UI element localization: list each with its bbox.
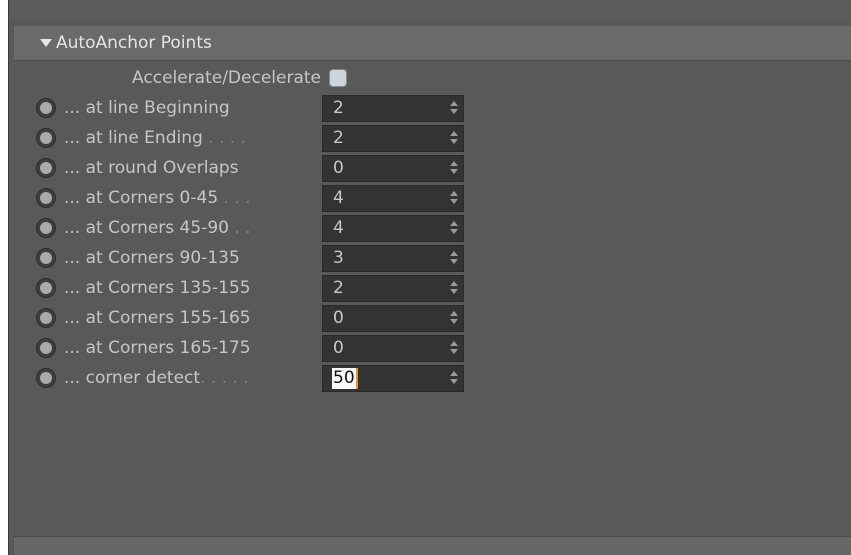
value-field[interactable]: 4 (322, 215, 464, 242)
value-text: 2 (333, 128, 344, 148)
attribute-panel: AutoAnchor Points Accelerate/Decelerate … (8, 0, 851, 555)
value-text: 0 (333, 338, 344, 358)
animate-radio-icon[interactable] (36, 128, 56, 148)
param-row: ... at Corners 135-155 2 (14, 273, 851, 303)
radio-dot (40, 252, 52, 264)
param-label: ... at line Beginning (64, 98, 230, 118)
radio-dot (40, 342, 52, 354)
animate-radio-icon[interactable] (36, 308, 56, 328)
radio-dot (40, 162, 52, 174)
param-label: ... at Corners 90-135 (64, 248, 240, 268)
param-row: ... at Corners 155-165 0 (14, 303, 851, 333)
value-field[interactable]: 50 (322, 365, 464, 392)
spinner-arrows-icon[interactable] (450, 101, 458, 115)
spinner-arrows-icon[interactable] (450, 221, 458, 235)
param-row: ... corner detect. . . . . 50 (14, 363, 851, 393)
param-row: ... at round Overlaps 0 (14, 153, 851, 183)
param-row: ... at Corners 0-45 . . . 4 (14, 183, 851, 213)
param-row: ... at Corners 165-175 0 (14, 333, 851, 363)
param-label: ... at Corners 135-155 (64, 278, 251, 298)
radio-dot (40, 222, 52, 234)
param-label: ... at Corners 0-45 . . . (64, 188, 251, 208)
accelerate-checkbox[interactable] (329, 69, 347, 87)
spinner-arrows-icon[interactable] (450, 341, 458, 355)
param-label: ... at line Ending . . . . (64, 128, 247, 148)
param-row: ... at line Beginning 2 (14, 93, 851, 123)
radio-dot (40, 282, 52, 294)
value-field[interactable]: 0 (322, 335, 464, 362)
radio-dot (40, 312, 52, 324)
value-text: 4 (333, 218, 344, 238)
value-field[interactable]: 2 (322, 95, 464, 122)
param-label: ... at Corners 45-90 . . (64, 218, 251, 238)
value-field[interactable]: 2 (322, 125, 464, 152)
radio-dot (40, 192, 52, 204)
value-field[interactable]: 4 (322, 185, 464, 212)
accelerate-row: Accelerate/Decelerate (14, 63, 347, 93)
value-field[interactable]: 3 (322, 245, 464, 272)
animate-radio-icon[interactable] (36, 368, 56, 388)
radio-dot (40, 372, 52, 384)
animate-radio-icon[interactable] (36, 278, 56, 298)
section-title: AutoAnchor Points (56, 33, 212, 53)
animate-radio-icon[interactable] (36, 158, 56, 178)
value-text: 4 (333, 188, 344, 208)
radio-dot (40, 132, 52, 144)
param-label: ... at round Overlaps (64, 158, 239, 178)
value-field[interactable]: 2 (322, 275, 464, 302)
value-field[interactable]: 0 (322, 155, 464, 182)
param-label: ... at Corners 165-175 (64, 338, 251, 358)
section-header[interactable]: AutoAnchor Points (14, 26, 851, 61)
spinner-arrows-icon[interactable] (450, 371, 458, 385)
spinner-arrows-icon[interactable] (450, 251, 458, 265)
animate-radio-icon[interactable] (36, 188, 56, 208)
spinner-arrows-icon[interactable] (450, 281, 458, 295)
spinner-arrows-icon[interactable] (450, 161, 458, 175)
accelerate-label: Accelerate/Decelerate (132, 68, 321, 88)
param-row: ... at Corners 90-135 3 (14, 243, 851, 273)
spinner-arrows-icon[interactable] (450, 311, 458, 325)
animate-radio-icon[interactable] (36, 98, 56, 118)
value-text: 0 (333, 308, 344, 328)
spinner-arrows-icon[interactable] (450, 131, 458, 145)
animate-radio-icon[interactable] (36, 218, 56, 238)
param-label: ... corner detect. . . . . (64, 368, 249, 388)
radio-dot (40, 102, 52, 114)
spinner-arrows-icon[interactable] (450, 191, 458, 205)
param-row: ... at Corners 45-90 . . 4 (14, 213, 851, 243)
param-label: ... at Corners 155-165 (64, 308, 251, 328)
section-body: Accelerate/Decelerate ... at line Beginn… (14, 61, 851, 531)
animate-radio-icon[interactable] (36, 248, 56, 268)
value-field[interactable]: 0 (322, 305, 464, 332)
animate-radio-icon[interactable] (36, 338, 56, 358)
value-text: 3 (333, 248, 344, 268)
value-text: 2 (333, 98, 344, 118)
param-row: ... at line Ending . . . . 2 (14, 123, 851, 153)
collapse-triangle-icon[interactable] (40, 39, 52, 47)
value-text: 2 (333, 278, 344, 298)
value-text: 0 (333, 158, 344, 178)
value-text-selected: 50 (332, 368, 358, 389)
next-section-header[interactable] (14, 536, 851, 555)
panel-top-bar (9, 0, 851, 20)
